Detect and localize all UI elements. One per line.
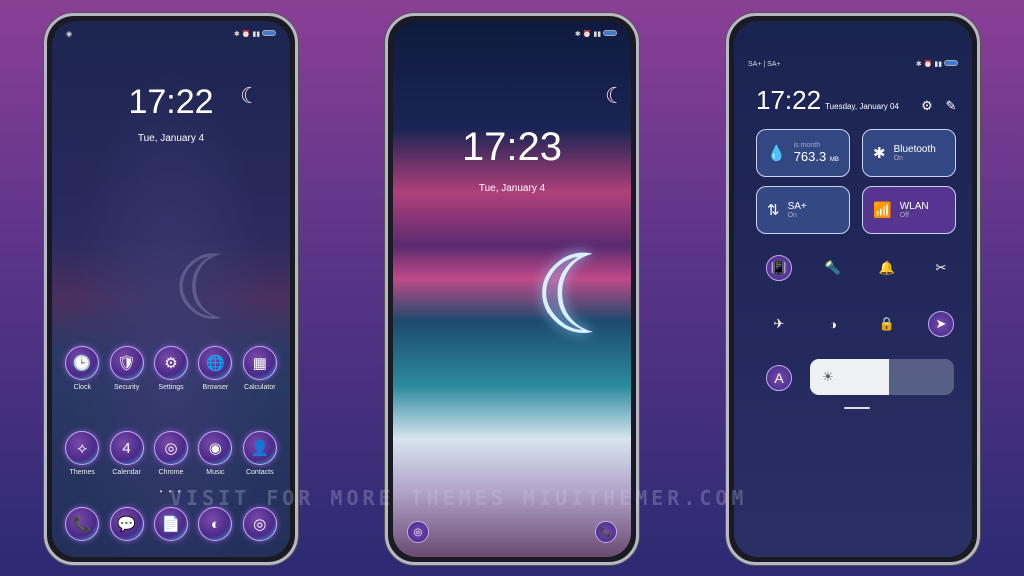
- app-label: Security: [113, 384, 140, 391]
- data-usage-tile[interactable]: 💧 is month 763.3 MB: [756, 129, 850, 177]
- app-themes[interactable]: ⟡ Themes: [60, 431, 104, 476]
- settings-icon[interactable]: ⚙: [914, 93, 940, 119]
- wifi-icon: 📶: [873, 202, 892, 219]
- water-drop-icon: 💧: [767, 145, 786, 162]
- battery-icon: [603, 30, 617, 36]
- app-settings[interactable]: ⚙ Settings: [149, 346, 193, 391]
- app-label: Settings: [158, 384, 184, 391]
- phone-shortcut-icon[interactable]: 📞: [595, 521, 617, 543]
- dock-app[interactable]: ◎: [238, 507, 282, 541]
- clock-date: Tue, January 4: [137, 133, 205, 144]
- app-icon: ◉: [198, 431, 233, 465]
- airplane-icon[interactable]: ✈: [766, 311, 792, 337]
- flashlight-icon[interactable]: 🔦: [820, 255, 846, 281]
- data-arrows-icon: ⇅: [767, 202, 780, 219]
- bell-icon[interactable]: 🔔: [874, 255, 900, 281]
- lock-icon[interactable]: 🔒: [874, 311, 900, 337]
- app-clock[interactable]: 🕒 Clock: [60, 346, 104, 391]
- handle-bar[interactable]: [844, 407, 870, 409]
- app-icon: 📞: [65, 507, 100, 541]
- wlan-tile[interactable]: 📶 WLAN Off: [862, 186, 956, 234]
- bluetooth-tile[interactable]: ✱ Bluetooth On: [862, 129, 956, 177]
- watermark: VISIT FOR MORE THEMES MIUITHEMER.COM: [170, 486, 748, 510]
- status-icons: ✱ ⏰ ▮▮: [234, 30, 276, 38]
- clock-time: 17:22: [756, 85, 822, 115]
- clock-time: 17:23: [461, 125, 563, 169]
- app-icon: ⚙: [153, 346, 188, 380]
- app-browser[interactable]: 🌐 Browser: [193, 346, 237, 391]
- dock-app[interactable]: ◐: [193, 507, 237, 541]
- screenshot-icon[interactable]: ✂: [928, 255, 954, 281]
- app-label: Contacts: [245, 469, 274, 476]
- dock-app[interactable]: 📞: [60, 507, 104, 541]
- app-security[interactable]: 🛡 Security: [104, 346, 148, 391]
- dock-app[interactable]: 📄: [149, 507, 193, 541]
- app-label: Chrome: [158, 469, 184, 476]
- status-dot: ◉: [66, 31, 73, 38]
- phone-lock-screen: ✱ ⏰ ▮▮ 17:23 Tue, January 4 ☾ ☾ ◎ 📞: [385, 13, 639, 565]
- app-icon: ◐: [198, 507, 233, 541]
- brightness-fill: ☀: [810, 359, 890, 395]
- app-label: Music: [206, 469, 225, 476]
- moon-icon: ☾: [240, 83, 260, 108]
- app-icon: 🕒: [65, 346, 100, 380]
- app-icon: 👤: [242, 431, 277, 465]
- edit-icon[interactable]: ✎: [938, 93, 964, 119]
- app-icon: 🛡: [109, 346, 144, 380]
- moon-wallpaper: ☾: [533, 234, 631, 357]
- phone-control-center: SA+ | SA+ ✱ ⏰ ▮▮ 17:22 Tuesday, January 0…: [726, 13, 980, 565]
- moon-wallpaper: ☾: [172, 239, 253, 339]
- status-icons: ✱ ⏰ ▮▮: [575, 30, 617, 38]
- app-icon: 💬: [109, 507, 144, 541]
- bluetooth-icon: ✱: [873, 145, 886, 162]
- app-icon: 🌐: [198, 346, 233, 380]
- app-chrome[interactable]: ◎ Chrome: [149, 431, 193, 476]
- dark-mode-icon[interactable]: ◑: [820, 311, 846, 337]
- phone-home-screen: ◉ ✱ ⏰ ▮▮ 17:22 Tue, January 4 ☾ ☾ 🕒 Clock 🛡…: [44, 13, 298, 565]
- app-calculator[interactable]: ▦ Calculator: [238, 346, 282, 391]
- clock-date: Tuesday, January 04: [825, 102, 899, 111]
- data-usage-value: 763.3: [793, 149, 827, 164]
- app-label: Themes: [69, 469, 95, 476]
- moon-icon: ☾: [605, 83, 625, 108]
- status-icons: ✱ ⏰ ▮▮: [916, 60, 958, 68]
- app-label: Clock: [73, 384, 91, 391]
- location-icon[interactable]: ➤: [928, 311, 954, 337]
- app-icon: ◎: [242, 507, 277, 541]
- battery-icon: [262, 30, 276, 36]
- clock-date: Tue, January 4: [478, 183, 546, 194]
- app-icon: 4: [109, 431, 144, 465]
- app-label: Calendar: [112, 469, 141, 476]
- app-calendar[interactable]: 4 Calendar: [104, 431, 148, 476]
- battery-icon: [944, 60, 958, 66]
- carrier: SA+ | SA+: [748, 60, 781, 68]
- camera-shortcut-icon[interactable]: ◎: [407, 521, 429, 543]
- app-icon: ⟡: [65, 431, 100, 465]
- app-icon: ▦: [242, 346, 277, 380]
- app-icon: 📄: [153, 507, 188, 541]
- vibrate-toggle-icon[interactable]: 📳: [766, 255, 792, 281]
- app-contacts[interactable]: 👤 Contacts: [238, 431, 282, 476]
- app-icon: ◎: [153, 431, 188, 465]
- brightness-slider[interactable]: ☀: [810, 359, 954, 395]
- app-label: Browser: [202, 384, 229, 391]
- dock-app[interactable]: 💬: [104, 507, 148, 541]
- app-music[interactable]: ◉ Music: [193, 431, 237, 476]
- mobile-data-tile[interactable]: ⇅ SA+ On: [756, 186, 850, 234]
- auto-brightness-icon[interactable]: A: [766, 365, 792, 391]
- app-label: Calculator: [244, 384, 276, 391]
